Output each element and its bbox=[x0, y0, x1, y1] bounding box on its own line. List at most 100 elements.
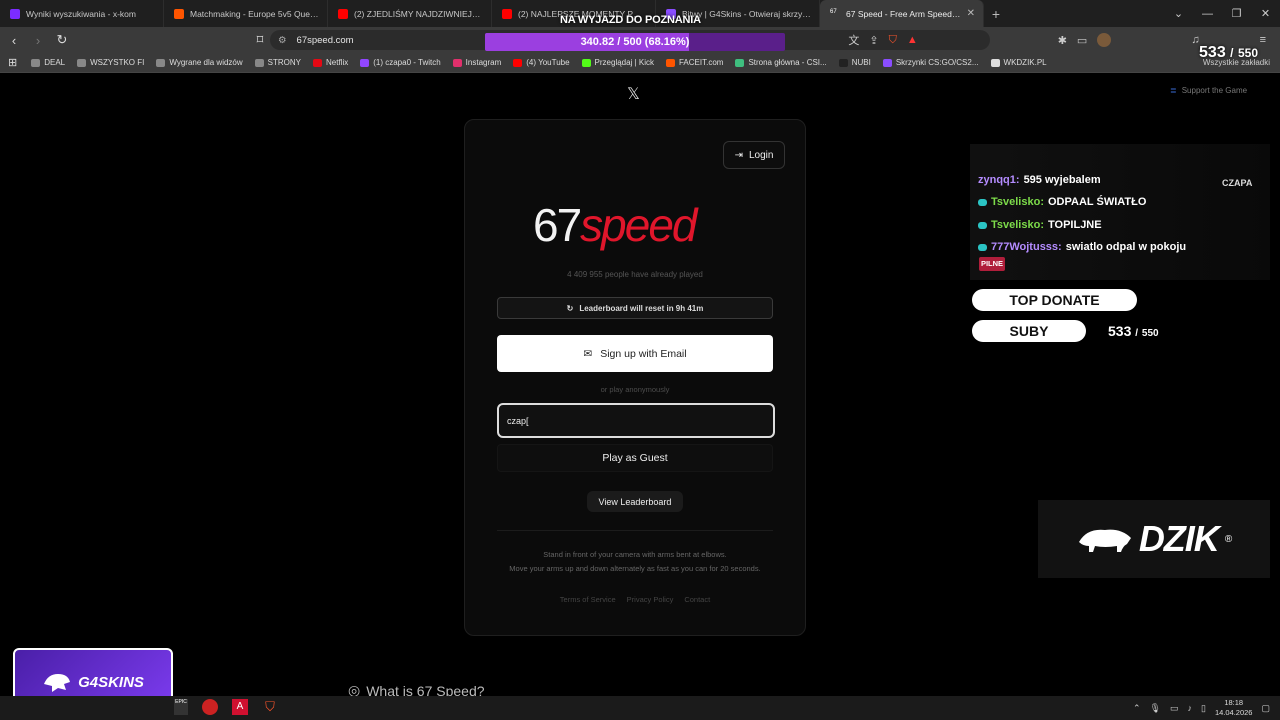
bookmark-item[interactable]: STRONY bbox=[249, 58, 307, 67]
bookmark-icon bbox=[735, 58, 745, 67]
epic-games-icon[interactable]: EPIC bbox=[174, 699, 188, 715]
reload-icon[interactable]: ↻ bbox=[52, 32, 72, 48]
extensions-icon[interactable]: ✱ bbox=[1058, 34, 1067, 47]
bookmark-item[interactable]: Wygrane dla widzów bbox=[150, 58, 248, 67]
mail-icon: ✉ bbox=[583, 347, 593, 360]
maximize-icon[interactable]: ❐ bbox=[1222, 7, 1251, 20]
bookmark-item[interactable]: Strona główna - CSI... bbox=[729, 58, 832, 67]
tab-favicon-icon bbox=[502, 8, 512, 19]
adobe-icon[interactable]: A bbox=[232, 699, 248, 715]
bookmark-icon bbox=[360, 58, 370, 67]
chat-message: zynqq1: 595 wyjebalem bbox=[978, 174, 1101, 186]
browser-tab[interactable]: Wyniki wyszukiwania - x-kom bbox=[0, 0, 164, 27]
guest-name-input[interactable] bbox=[497, 403, 775, 438]
support-link[interactable]: ≣ Support the Game bbox=[1170, 86, 1247, 95]
x-logo-icon[interactable]: 𝕏 bbox=[627, 84, 640, 104]
bookmark-icon bbox=[254, 58, 264, 67]
forward-icon[interactable]: › bbox=[28, 33, 48, 48]
back-icon[interactable]: ‹ bbox=[4, 33, 24, 48]
bookmark-item[interactable]: Netflix bbox=[307, 58, 354, 67]
bookmark-label: Przeglądaj | Kick bbox=[594, 58, 654, 67]
sidebar-icon[interactable]: ▭ bbox=[1077, 34, 1087, 47]
view-leaderboard-button[interactable]: View Leaderboard bbox=[587, 491, 683, 512]
translate-icon[interactable]: 文 bbox=[848, 32, 859, 48]
bookmark-item[interactable]: Skrzynki CS:GO/CS2... bbox=[877, 58, 985, 67]
chat-message: Tsvelisko: ODPAAL ŚWIATŁO bbox=[978, 196, 1146, 208]
tab-label: (2) ZJEDLIŚMY NAJDZIWNIEJSZĄ PIZZĘ bbox=[354, 8, 483, 19]
share-icon[interactable]: ⇪ bbox=[869, 34, 878, 47]
brave-rewards-icon[interactable]: ▲ bbox=[907, 34, 918, 46]
avatar[interactable] bbox=[1097, 33, 1112, 47]
play-as-guest-button[interactable]: Play as Guest bbox=[497, 444, 773, 472]
top-donate-label: TOP DONATE bbox=[972, 289, 1137, 311]
chat-text: ODPAAL ŚWIATŁO bbox=[1048, 196, 1147, 208]
brave-shield-icon[interactable]: ⛉ bbox=[889, 34, 897, 47]
contact-link[interactable]: Contact bbox=[684, 595, 710, 604]
chat-username: 777Wojtusss: bbox=[991, 241, 1062, 253]
chat-text: 595 wyjebalem bbox=[1023, 174, 1101, 186]
chat-tag: CZAPA bbox=[1222, 178, 1253, 188]
bookmark-icon bbox=[452, 58, 462, 67]
bookmark-icon bbox=[31, 58, 41, 67]
bookmark-item[interactable]: Przeglądaj | Kick bbox=[576, 58, 660, 67]
bookmark-label: DEAL bbox=[44, 58, 66, 67]
new-tab-button[interactable]: + bbox=[984, 6, 1008, 22]
brave-icon[interactable]: ⛉ bbox=[262, 699, 278, 715]
login-card: ⇥ Login 67speed 4 409 955 people have al… bbox=[464, 119, 806, 636]
chat-username: Tsvelisko: bbox=[991, 196, 1044, 208]
battery-icon[interactable]: ▯ bbox=[1201, 703, 1206, 714]
logo-number: 67 bbox=[533, 199, 582, 251]
network-icon[interactable]: ▭ bbox=[1170, 703, 1179, 714]
chat-badge-icon bbox=[978, 243, 987, 251]
url-text: 67speed.com bbox=[296, 34, 354, 46]
tray-chevron-icon[interactable]: ⌃ bbox=[1133, 703, 1141, 714]
tab-close-icon[interactable]: ✕ bbox=[967, 8, 975, 19]
bookmark-item[interactable]: WKDZIK.PL bbox=[985, 58, 1053, 67]
browser-tab[interactable]: Matchmaking - Europe 5v5 Queue - FACEIT bbox=[164, 0, 328, 27]
donation-goal-text: 340.82 / 500 (68.16%) bbox=[580, 36, 690, 48]
bookmark-item[interactable]: WSZYSTKO FI bbox=[71, 58, 150, 67]
tab-favicon-icon: 67 bbox=[830, 8, 837, 15]
signup-email-button[interactable]: ✉ Sign up with Email bbox=[497, 335, 773, 372]
chat-message: 777Wojtusss: swiatlo odpal w pokoju bbox=[978, 241, 1186, 253]
speed-app-icon[interactable] bbox=[202, 699, 218, 715]
bookmark-item[interactable]: DEAL bbox=[25, 58, 71, 67]
tab-label: Wyniki wyszukiwania - x-kom bbox=[26, 8, 136, 19]
refresh-icon: ↻ bbox=[566, 303, 574, 313]
notification-icon[interactable]: ▢ bbox=[1261, 703, 1270, 714]
browser-tab[interactable]: 67 67 Speed - Free Arm Speed Challenge ✕ bbox=[820, 0, 984, 27]
clock[interactable]: 18:18 14.04.2026 bbox=[1215, 698, 1253, 718]
chat-badge-icon bbox=[978, 221, 987, 229]
bookmark-item[interactable]: NUBI bbox=[833, 58, 877, 67]
privacy-link[interactable]: Privacy Policy bbox=[627, 595, 674, 604]
bookmark-item[interactable]: (1) czapa0 - Twitch bbox=[354, 58, 446, 67]
instructions-line-2: Move your arms up and down alternately a… bbox=[509, 563, 761, 573]
bookmark-label: (4) YouTube bbox=[526, 58, 570, 67]
windows-taskbar: EPIC A ⛉ ⌃ 🎙 ▭ ♪ ▯ 18:18 14.04.2026 ▢ bbox=[0, 696, 1280, 720]
menu-icon[interactable]: ≡ bbox=[1260, 34, 1266, 46]
bookmark-icon bbox=[77, 58, 87, 67]
leaderboard-reset-notice: ↻ Leaderboard will reset in 9h 41m bbox=[497, 297, 773, 319]
volume-icon[interactable]: ♪ bbox=[1187, 703, 1192, 713]
terms-link[interactable]: Terms of Service bbox=[560, 595, 616, 604]
bookmark-item[interactable]: Instagram bbox=[447, 58, 508, 67]
mic-icon[interactable]: 🎙 bbox=[1150, 703, 1161, 714]
browser-tab[interactable]: (2) ZJEDLIŚMY NAJDZIWNIEJSZĄ PIZZĘ bbox=[328, 0, 492, 27]
bookmark-label: NUBI bbox=[851, 58, 871, 67]
anon-divider-text: or play anonymously bbox=[600, 385, 670, 394]
bookmark-item[interactable]: FACEIT.com bbox=[660, 58, 729, 67]
bookmark-icon[interactable]: ⌑ bbox=[250, 32, 270, 48]
suby-target: 550 bbox=[1141, 328, 1159, 339]
played-count: 4 409 955 people have already played bbox=[567, 270, 703, 279]
sub-counter-top: 533 / 550 bbox=[1199, 44, 1258, 62]
login-button[interactable]: ⇥ Login bbox=[723, 141, 785, 169]
bookmark-label: STRONY bbox=[267, 58, 301, 67]
minimize-icon[interactable]: — bbox=[1193, 8, 1222, 20]
tab-list-icon[interactable]: ⌄ bbox=[1164, 7, 1193, 20]
bookmark-item[interactable]: (4) YouTube bbox=[507, 58, 575, 67]
site-info-icon[interactable]: ⚙ bbox=[278, 35, 287, 46]
apps-grid-icon[interactable]: ⊞ bbox=[8, 56, 17, 69]
clock-time: 18:18 bbox=[1224, 698, 1244, 707]
close-window-icon[interactable]: ✕ bbox=[1251, 7, 1280, 20]
sub-counter-top-current: 533 bbox=[1199, 44, 1226, 61]
